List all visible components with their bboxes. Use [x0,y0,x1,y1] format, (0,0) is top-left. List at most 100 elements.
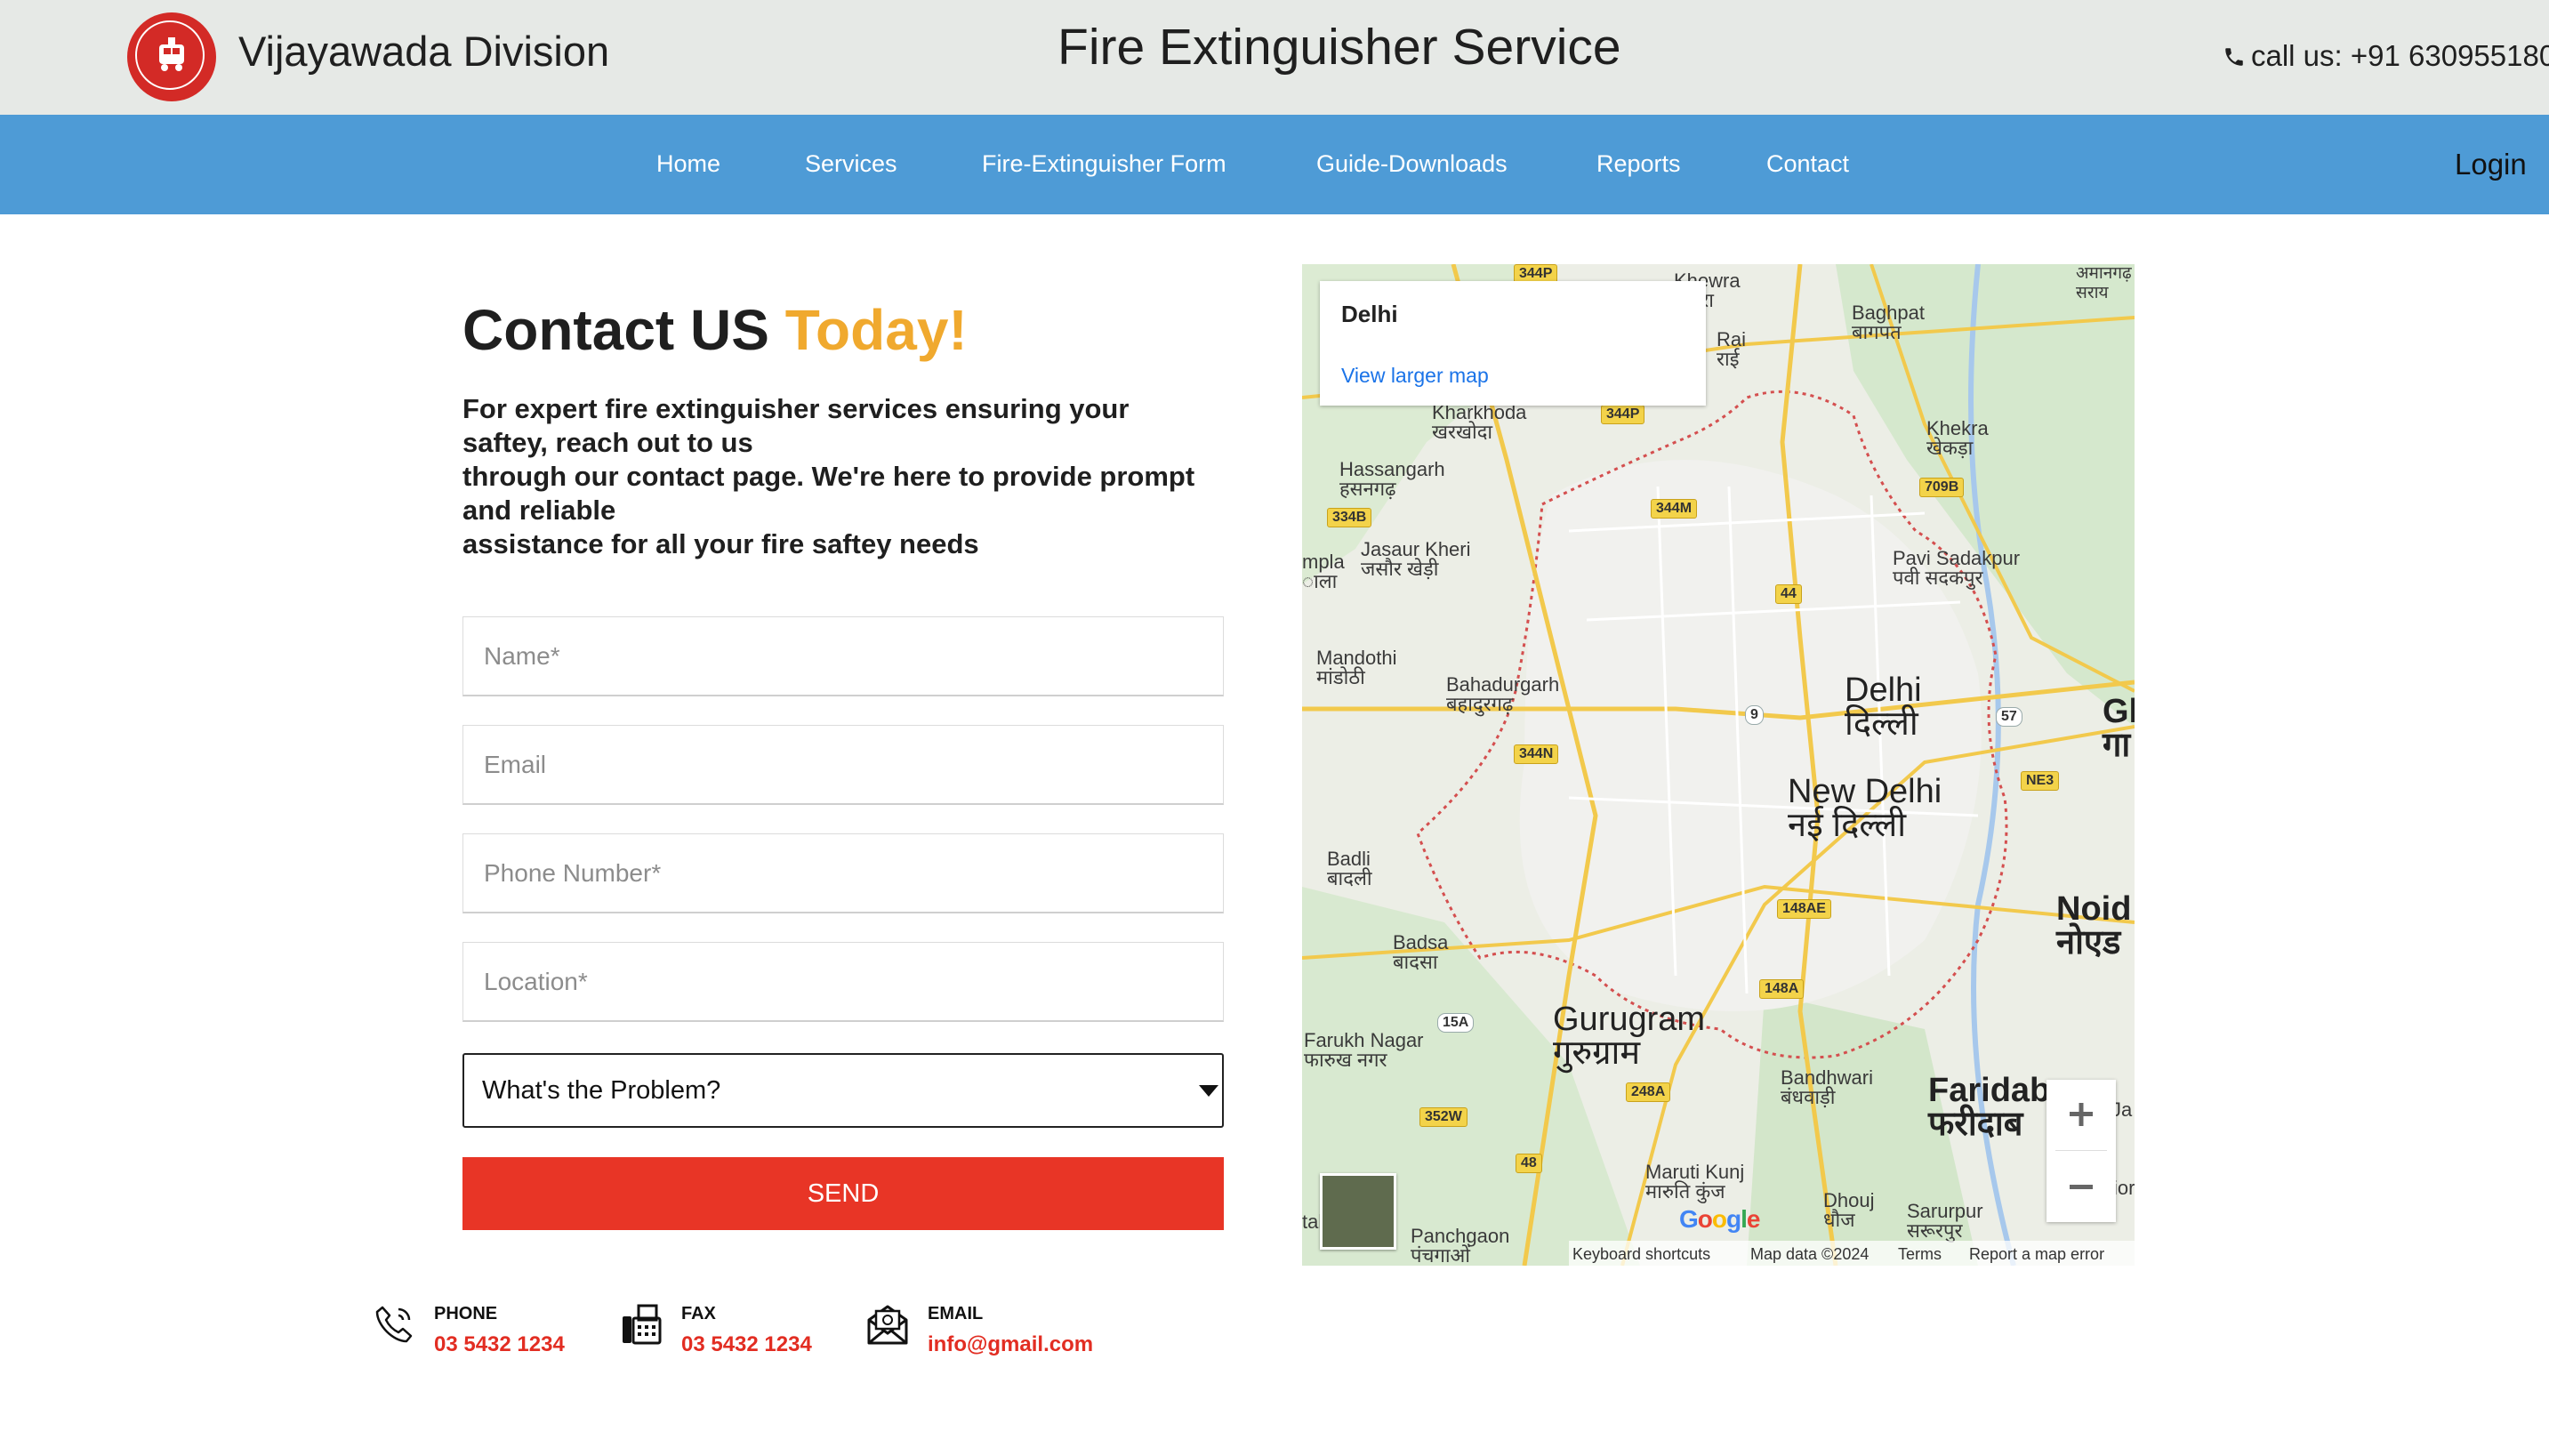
map-info-card: Delhi View larger map [1320,281,1706,406]
phone-info: PHONE 03 5432 1234 [372,1300,585,1357]
phone-label: PHONE [434,1304,498,1323]
map-place-name: Delhi [1341,301,1398,327]
email-field [462,725,1224,805]
problem-select[interactable]: What's the Problem? [462,1053,1224,1128]
train-emblem-icon [159,37,184,71]
road-shield: 15A [1437,1013,1475,1033]
phone-icon [2225,48,2243,66]
map-label-rai: Rai राई [1717,328,1747,370]
map-label-newdelhi: New Delhi नई दिल्ली [1788,773,1942,844]
map-label-gh: Gh गा [2103,693,2135,764]
name-field [462,616,1224,696]
road-shield: 57 [1996,707,2022,727]
call-us[interactable]: call us: +91 630955180 [2223,39,2549,73]
map-label-ior: ior [2113,1177,2135,1199]
map-label-badli: Badli बादली [1327,848,1372,889]
embedded-map[interactable]: Khewra खेवरा अमानगढ़ सराय Baghpat बागपत … [1302,264,2135,1266]
problem-select-value: What's the Problem? [482,1076,721,1105]
envelope-icon [867,1305,908,1345]
satellite-toggle[interactable] [1320,1173,1396,1250]
view-larger-map-link[interactable]: View larger map [1341,364,1489,388]
map-label-noida: Noid नोएड [2056,890,2132,961]
login-link[interactable]: Login [2455,148,2527,181]
map-label-mpla: mpla ाला [1302,551,1345,592]
map-data-text: Map data ©2024 [1750,1245,1870,1263]
map-label-farukh: Farukh Nagar फारुख नगर [1304,1029,1424,1071]
phone-value[interactable]: 03 5432 1234 [434,1332,565,1357]
location-field [462,942,1224,1022]
nav-services[interactable]: Services [805,150,897,178]
terms-link[interactable]: Terms [1898,1245,1942,1264]
nav-contact[interactable]: Contact [1766,150,1849,178]
road-shield: 352W [1419,1107,1467,1127]
telephone-icon [375,1306,413,1343]
road-shield: 148AE [1777,899,1831,919]
heading-main: Contact US [462,298,785,362]
map-label-delhi: Delhi दिल्ली [1845,672,1922,743]
fax-value[interactable]: 03 5432 1234 [681,1332,812,1357]
road-shield: 48 [1516,1154,1542,1173]
page-title: Fire Extinguisher Service [1057,19,1621,76]
map-label-pavi: Pavi Sadakpur पवी सदकपुर [1893,547,2021,589]
map-label-bandhwari: Bandhwari बंधवाड़ी [1781,1066,1873,1108]
intro-line-2: saftey, reach out to us [462,427,753,458]
name-input[interactable] [463,617,1223,695]
nav-home[interactable]: Home [656,150,720,178]
nav-fire-extinguisher-form[interactable]: Fire-Extinguisher Form [982,150,1226,178]
map-attribution: Keyboard shortcuts Map data ©2024 Terms … [1569,1241,2135,1266]
keyboard-shortcuts-link[interactable]: Keyboard shortcuts [1572,1245,1710,1264]
location-input[interactable] [463,943,1223,1020]
road-shield: NE3 [2021,771,2060,791]
contact-heading: Contact US Today! [462,297,968,363]
email-value[interactable]: info@gmail.com [928,1332,1093,1357]
road-shield: 248A [1626,1082,1671,1102]
road-shield: 709B [1919,478,1965,497]
call-us-text: call us: +91 630955180 [2251,39,2549,72]
road-shield: 334B [1327,508,1372,527]
chevron-down-icon [1199,1085,1218,1097]
email-input[interactable] [463,726,1223,803]
top-header: Vijayawada Division Fire Extinguisher Se… [0,0,2549,115]
map-label-amangarh: अमानगढ़ सराय [2076,264,2132,302]
email-info: EMAIL info@gmail.com [865,1300,1114,1357]
main-nav: Home Services Fire-Extinguisher Form Gui… [0,115,2549,214]
google-logo: Google [1679,1205,1760,1233]
division-name: Vijayawada Division [238,28,610,75]
road-shield: 344M [1651,499,1698,519]
email-label: EMAIL [928,1304,984,1323]
road-shield: 9 [1745,705,1764,725]
contact-intro: For expert fire extinguisher services en… [462,392,1227,561]
map-label-pachgaon: Panchgaon पंचगाओं [1411,1225,1510,1266]
zoom-controls [2046,1080,2116,1222]
zoom-divider [2055,1150,2107,1151]
zoom-in-icon[interactable] [2046,1080,2116,1149]
map-label-gurugram: Gurugram गुरुग्राम [1553,1001,1706,1072]
map-label-dhouj: Dhouj धौज [1823,1189,1875,1231]
railway-logo[interactable] [127,12,216,101]
road-shield: 44 [1775,584,1802,604]
phone-field [462,833,1224,913]
phone-input[interactable] [463,834,1223,912]
map-label-hassangarh: Hassangarh हसनगढ़ [1339,458,1445,500]
send-button[interactable]: SEND [462,1157,1224,1230]
road-shield: 344P [1601,405,1645,424]
map-label-mandothi: Mandothi मांडोठी [1316,647,1397,688]
map-label-kharkhoda: Kharkhoda खरखोदा [1432,401,1527,443]
report-map-error-link[interactable]: Report a map error [1969,1245,2104,1264]
nav-reports[interactable]: Reports [1596,150,1681,178]
map-label-badsa: Badsa बादसा [1393,931,1449,973]
map-label-sarurpur: Sarurpur सरूरपुर [1907,1200,1983,1242]
map-label-faridabad: Faridab फरीदाब [1928,1072,2051,1143]
fax-icon [623,1304,662,1345]
fax-info: FAX 03 5432 1234 [619,1300,832,1357]
zoom-out-icon[interactable] [2046,1153,2116,1222]
map-label-jasaur: Jasaur Kheri जसौर खेड़ी [1361,538,1471,580]
intro-line-3: through our contact page. We're here to … [462,461,1195,492]
map-label-bahadurgarh: Bahadurgarh बहादुरगढ़ [1446,673,1560,715]
heading-accent: Today! [784,298,968,362]
road-shield: 148A [1759,979,1805,999]
nav-guide-downloads[interactable]: Guide-Downloads [1316,150,1508,178]
fax-label: FAX [681,1304,716,1323]
road-shield: 344N [1514,744,1559,764]
intro-line-4: and reliable [462,495,616,526]
